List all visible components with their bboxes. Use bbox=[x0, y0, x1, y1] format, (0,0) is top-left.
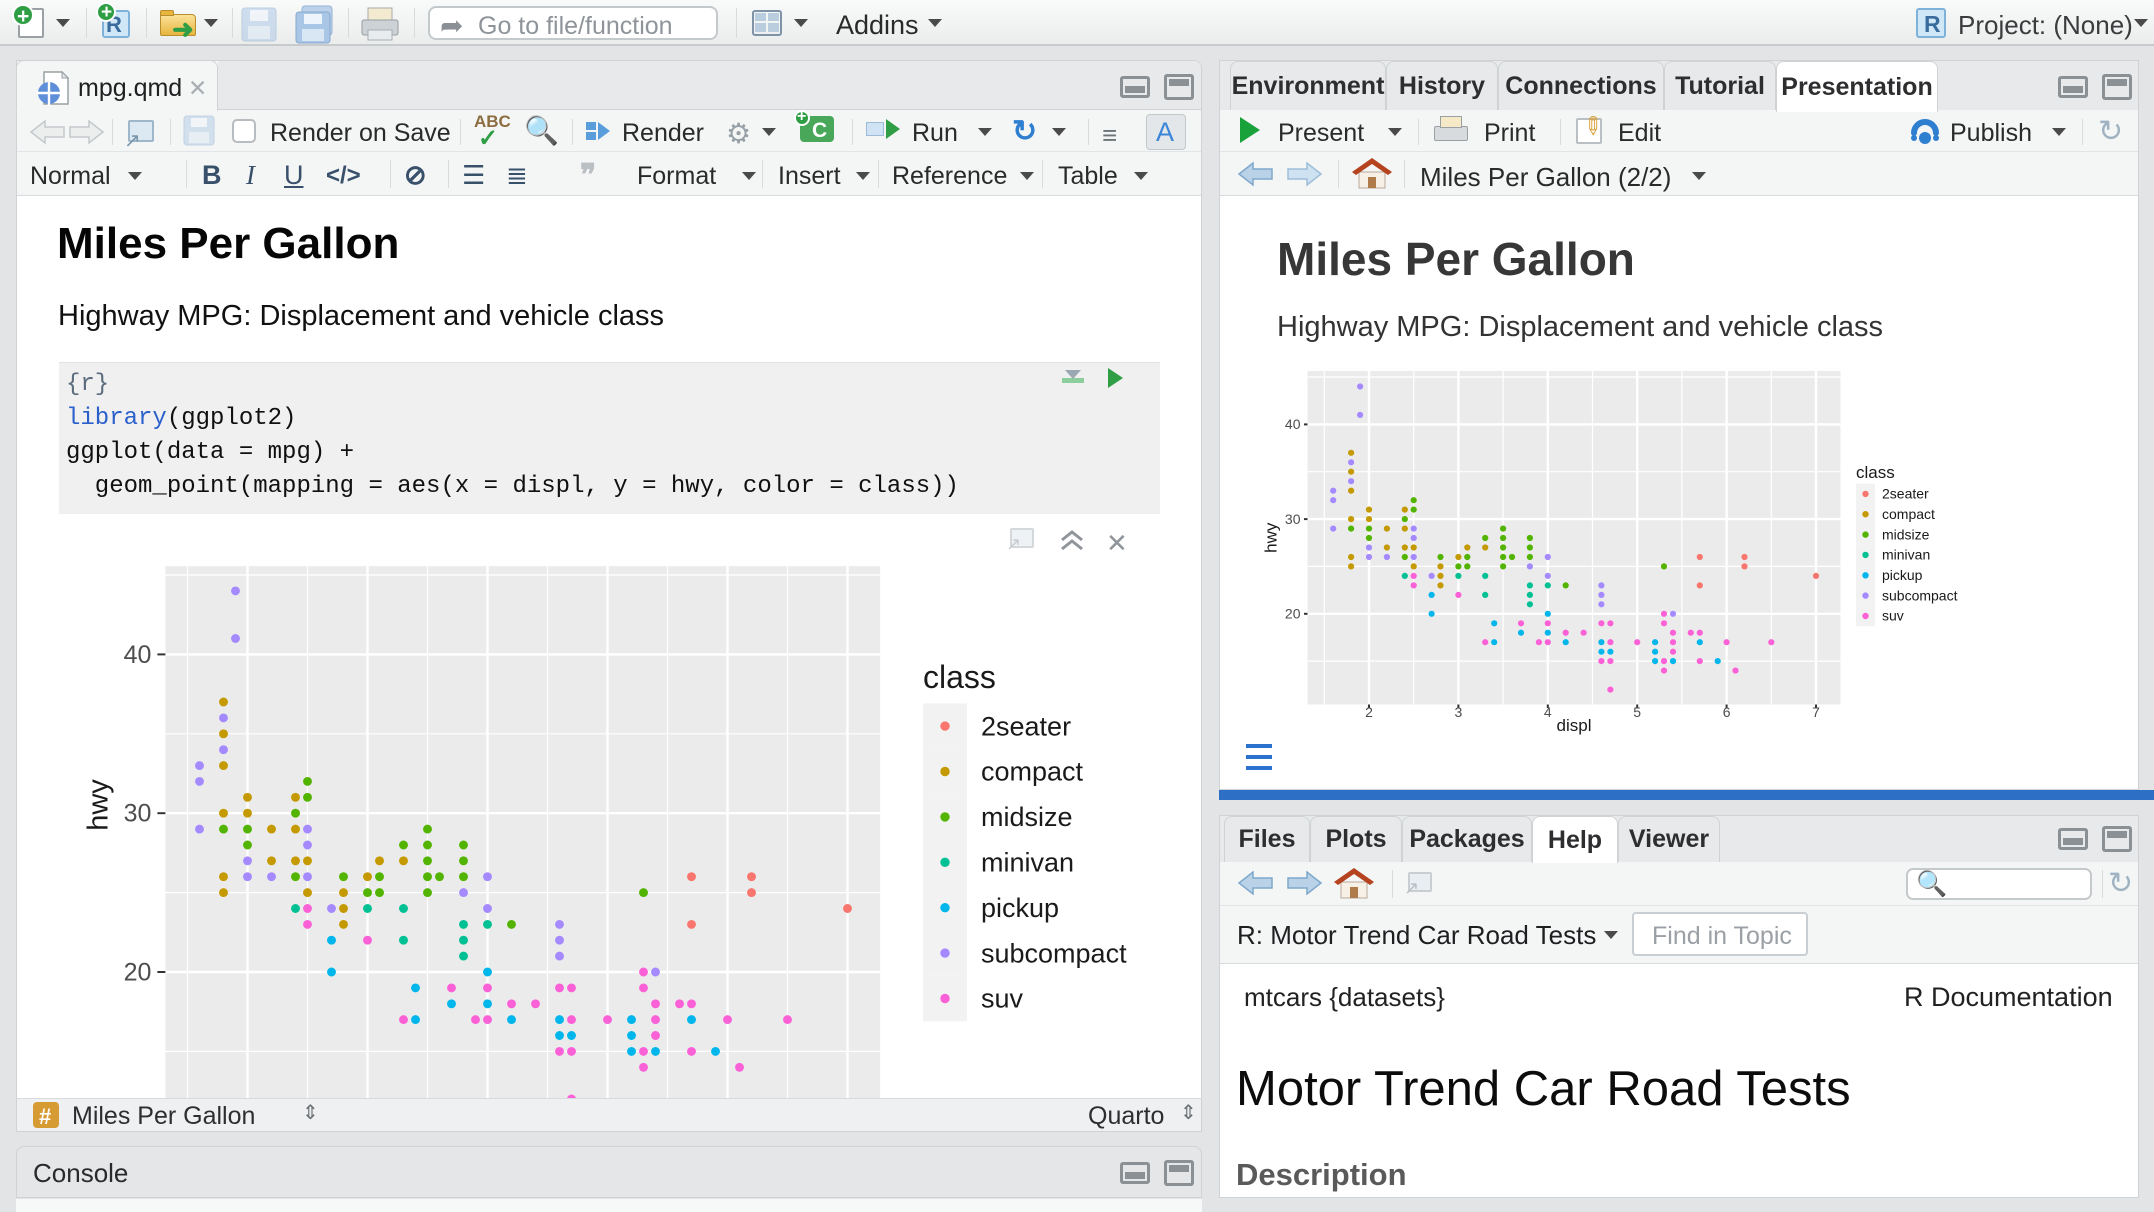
svg-text:3: 3 bbox=[1455, 704, 1463, 720]
svg-text:midsize: midsize bbox=[981, 802, 1073, 832]
svg-text:hwy: hwy bbox=[1262, 522, 1281, 553]
svg-text:2: 2 bbox=[1365, 704, 1373, 720]
svg-text:30: 30 bbox=[1285, 511, 1301, 527]
svg-text:midsize: midsize bbox=[1882, 526, 1930, 542]
svg-text:40: 40 bbox=[1285, 416, 1301, 432]
svg-text:minivan: minivan bbox=[1882, 547, 1930, 563]
svg-text:20: 20 bbox=[1285, 606, 1301, 622]
svg-text:compact: compact bbox=[1882, 506, 1935, 522]
svg-text:2seater: 2seater bbox=[981, 711, 1071, 741]
svg-text:suv: suv bbox=[981, 984, 1024, 1014]
svg-text:2seater: 2seater bbox=[1882, 486, 1929, 502]
svg-text:suv: suv bbox=[1882, 608, 1904, 624]
svg-text:20: 20 bbox=[124, 959, 152, 987]
svg-text:displ: displ bbox=[1557, 716, 1592, 735]
svg-text:30: 30 bbox=[124, 800, 152, 828]
svg-text:compact: compact bbox=[981, 757, 1084, 787]
svg-text:4: 4 bbox=[1544, 704, 1552, 720]
svg-text:minivan: minivan bbox=[981, 848, 1074, 878]
svg-text:pickup: pickup bbox=[981, 893, 1059, 923]
svg-text:pickup: pickup bbox=[1882, 567, 1923, 583]
svg-text:subcompact: subcompact bbox=[981, 938, 1127, 968]
svg-text:subcompact: subcompact bbox=[1882, 587, 1958, 603]
svg-text:class: class bbox=[1856, 463, 1895, 482]
svg-text:hwy: hwy bbox=[82, 779, 114, 831]
svg-text:class: class bbox=[923, 659, 996, 695]
svg-text:5: 5 bbox=[1633, 704, 1641, 720]
svg-text:7: 7 bbox=[1812, 704, 1820, 720]
svg-text:40: 40 bbox=[124, 641, 152, 669]
svg-text:6: 6 bbox=[1723, 704, 1731, 720]
